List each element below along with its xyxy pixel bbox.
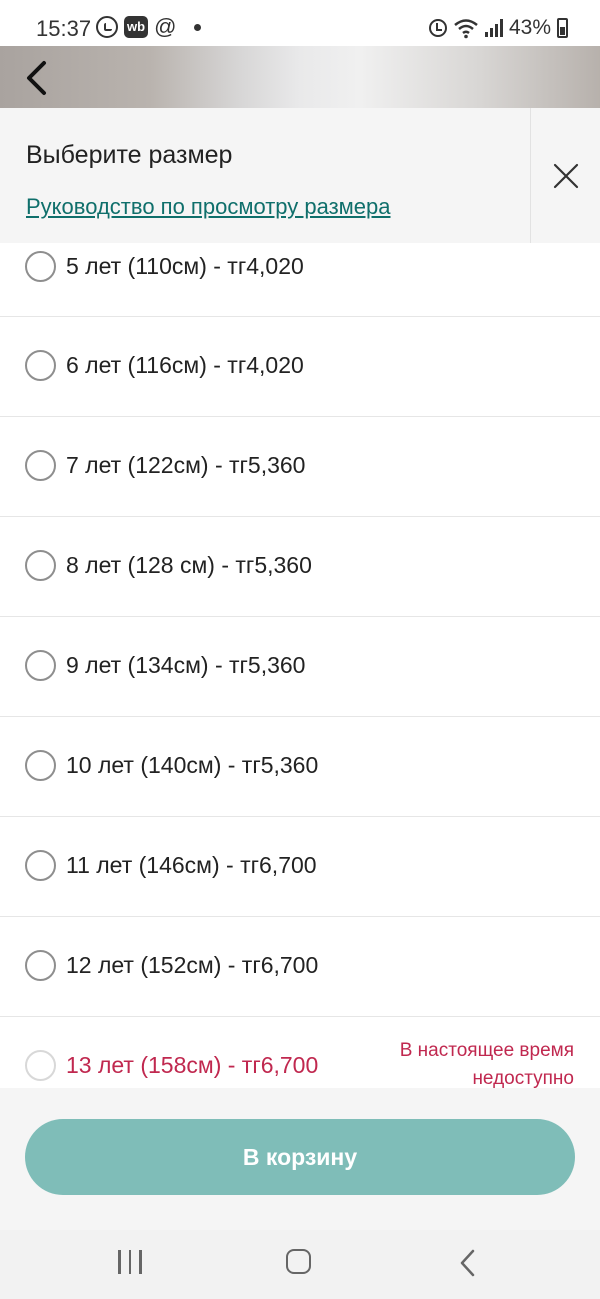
close-button[interactable] <box>530 108 600 243</box>
sheet-footer: В корзину <box>0 1088 600 1230</box>
size-option-label: 10 лет (140см) - тг5,360 <box>66 752 319 778</box>
radio-button[interactable] <box>25 350 56 381</box>
back-arrow-icon <box>27 61 46 95</box>
product-image-strip <box>0 46 600 108</box>
status-bar: 15:37 wb @ 43% <box>0 0 600 46</box>
size-option-label: 11 лет (146см) - тг6,700 <box>66 852 317 878</box>
wifi-icon <box>454 19 478 39</box>
unavailable-note-line1: В настоящее время <box>399 1040 574 1061</box>
status-time: 15:37 <box>36 16 92 41</box>
radio-button[interactable] <box>25 251 56 282</box>
size-options-list: 5 лет (110см) - тг4,020 6 лет (116см) - … <box>0 243 600 1088</box>
size-option-label: 5 лет (110см) - тг4,020 <box>66 253 304 279</box>
sheet-title: Выберите размер <box>26 141 233 169</box>
size-option-label: 7 лет (122см) - тг5,360 <box>66 452 306 478</box>
radio-button[interactable] <box>25 550 56 581</box>
radio-button[interactable] <box>25 950 56 981</box>
close-icon <box>553 163 578 188</box>
size-option-label: 12 лет (152см) - тг6,700 <box>66 952 319 978</box>
size-option-row[interactable]: 5 лет (110см) - тг4,020 <box>0 243 600 317</box>
size-option-row[interactable]: 12 лет (152см) - тг6,700 <box>0 917 600 1017</box>
system-icons: 43% <box>428 16 568 40</box>
radio-button[interactable] <box>25 850 56 881</box>
system-navigation-bar <box>0 1230 600 1299</box>
recents-icon[interactable] <box>118 1250 142 1274</box>
home-icon[interactable] <box>286 1249 311 1274</box>
back-button[interactable] <box>14 56 58 100</box>
size-option-label: 9 лет (134см) - тг5,360 <box>66 652 306 678</box>
notification-icons: wb @ <box>96 14 202 39</box>
battery-icon <box>557 18 568 38</box>
unavailable-note-line2: недоступно <box>472 1068 574 1088</box>
size-option-row[interactable]: 7 лет (122см) - тг5,360 <box>0 417 600 517</box>
size-option-label: 13 лет (158см) - тг6,700 <box>66 1052 319 1078</box>
radio-button[interactable] <box>25 750 56 781</box>
wb-icon: wb <box>124 16 149 38</box>
whatsapp-icon <box>96 16 118 38</box>
size-option-row[interactable]: 9 лет (134см) - тг5,360 <box>0 617 600 717</box>
size-option-label: 6 лет (116см) - тг4,020 <box>66 352 304 378</box>
unavailable-note: В настоящее время недоступно <box>354 1037 574 1088</box>
size-option-label: 8 лет (128 см) - тг5,360 <box>66 552 312 578</box>
add-to-cart-button[interactable]: В корзину <box>25 1119 575 1195</box>
radio-button[interactable] <box>25 450 56 481</box>
size-option-row[interactable]: 10 лет (140см) - тг5,360 <box>0 717 600 817</box>
radio-button-disabled <box>25 1050 56 1081</box>
size-option-row[interactable]: 6 лет (116см) - тг4,020 <box>0 317 600 417</box>
size-option-row[interactable]: 8 лет (128 см) - тг5,360 <box>0 517 600 617</box>
signal-icon <box>484 19 503 37</box>
battery-percent: 43% <box>508 16 551 39</box>
size-sheet-header: Выберите размер Руководство по просмотру… <box>0 108 600 243</box>
more-notifications-dot-icon <box>194 23 202 31</box>
radio-button[interactable] <box>25 650 56 681</box>
size-guide-link[interactable]: Руководство по просмотру размера <box>26 194 391 220</box>
size-option-row-unavailable: 13 лет (158см) - тг6,700 В настоящее вре… <box>0 1017 600 1088</box>
at-icon: @ <box>154 14 177 39</box>
size-option-row[interactable]: 11 лет (146см) - тг6,700 <box>0 817 600 917</box>
alarm-icon <box>428 19 447 37</box>
nav-back-icon[interactable] <box>456 1248 480 1278</box>
